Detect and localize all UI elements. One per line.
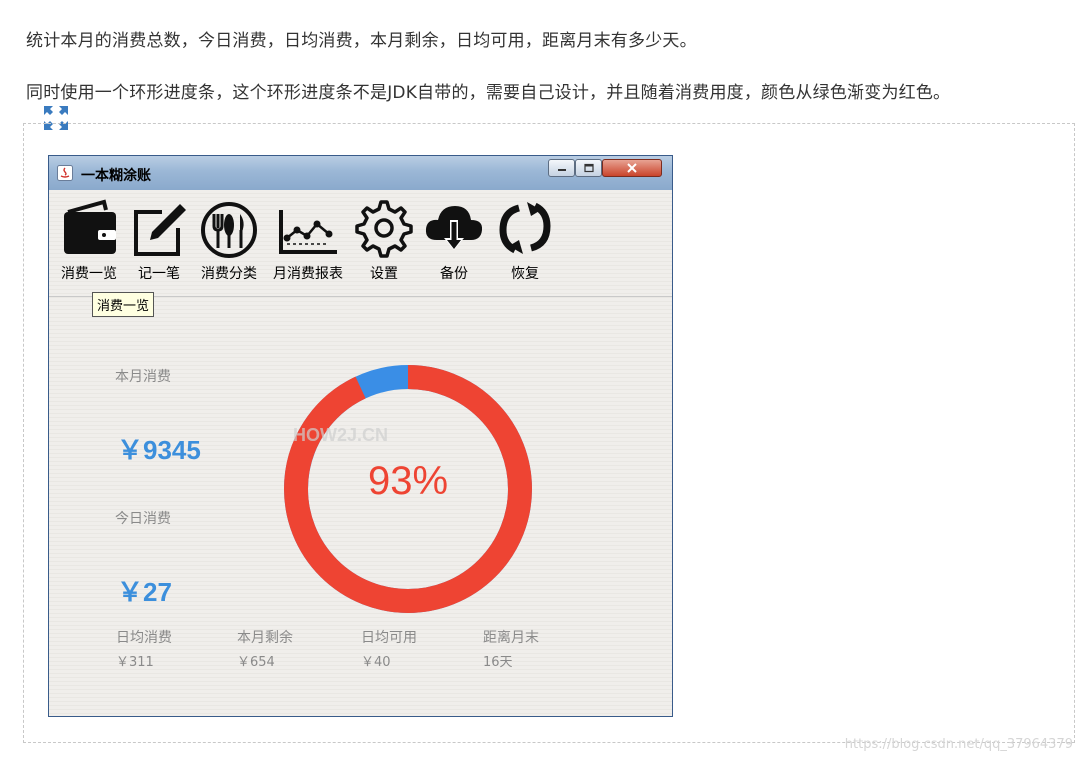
toolbar-item-backup[interactable]: 备份	[421, 198, 487, 283]
daily-avg-value: ￥311	[116, 655, 154, 670]
window-client-area: 消费一览 记一笔 消费分类 月消费报表 设置 备份 恢复 消费一览 本月消费 ￥…	[49, 190, 672, 716]
close-icon	[627, 163, 637, 173]
circular-progress: 93%	[282, 363, 534, 615]
gear-icon	[355, 200, 413, 258]
toolbar-label-settings: 设置	[370, 266, 398, 282]
maximize-icon	[583, 163, 594, 173]
tooltip: 消费一览	[92, 292, 155, 317]
daily-available-value: ￥40	[361, 655, 391, 670]
java-app-icon	[57, 165, 73, 181]
toolbar-item-overview[interactable]: 消费一览	[56, 198, 122, 283]
toolbar-item-category[interactable]: 消费分类	[195, 198, 263, 283]
days-left-value: 16天	[483, 655, 513, 670]
window-title: 一本糊涂账	[81, 168, 151, 184]
minimize-button[interactable]	[548, 159, 575, 177]
toolbar-label-report: 月消费报表	[273, 266, 343, 282]
today-spend-caption: 今日消费	[115, 511, 171, 527]
close-button[interactable]	[602, 159, 662, 177]
toolbar-label-record: 记一笔	[138, 266, 180, 282]
daily-available-caption: 日均可用	[361, 630, 417, 646]
days-left-caption: 距离月末	[483, 630, 539, 646]
toolbar-label-category: 消费分类	[201, 266, 257, 282]
remaining-caption: 本月剩余	[237, 630, 293, 646]
source-watermark: https://blog.csdn.net/qq_37964379	[844, 737, 1073, 752]
toolbar-item-settings[interactable]: 设置	[353, 198, 415, 283]
toolbar-item-report[interactable]: 月消费报表	[269, 198, 347, 283]
progress-percent-label: 93%	[367, 459, 449, 503]
toolbar-item-restore[interactable]: 恢复	[493, 198, 557, 283]
intro-paragraph-1: 统计本月的消费总数，今日消费，日均消费，本月剩余，日均可用，距离月末有多少天。	[26, 31, 697, 51]
toolbar-label-backup: 备份	[440, 266, 468, 282]
maximize-button[interactable]	[575, 159, 602, 177]
dining-icon	[201, 202, 257, 258]
today-spend-value: ￥27	[117, 577, 172, 607]
month-spend-caption: 本月消费	[115, 369, 171, 385]
daily-avg-caption: 日均消费	[116, 630, 172, 646]
edit-icon	[134, 204, 186, 256]
app-window: 一本糊涂账 消费一览 记一笔 消费分类 月消费报表 设置 备份 恢复 消费一览 …	[48, 155, 673, 717]
toolbar-label-overview: 消费一览	[61, 266, 117, 282]
intro-paragraph-2: 同时使用一个环形进度条，这个环形进度条不是JDK自带的，需要自己设计，并且随着消…	[26, 83, 951, 103]
report-chart-icon	[279, 210, 337, 254]
toolbar-label-restore: 恢复	[511, 266, 539, 282]
minimize-icon	[557, 169, 566, 171]
refresh-icon	[499, 202, 551, 254]
main-toolbar: 消费一览 记一笔 消费分类 月消费报表 设置 备份 恢复 消费一览	[49, 190, 672, 317]
window-titlebar[interactable]: 一本糊涂账	[49, 156, 672, 190]
wallet-icon	[64, 199, 116, 254]
cloud-download-icon	[425, 206, 483, 250]
remaining-value: ￥654	[237, 655, 275, 670]
month-spend-value: ￥9345	[117, 435, 201, 465]
ring-watermark: HOW2J.CN	[293, 425, 389, 445]
toolbar-item-record[interactable]: 记一笔	[129, 198, 189, 283]
